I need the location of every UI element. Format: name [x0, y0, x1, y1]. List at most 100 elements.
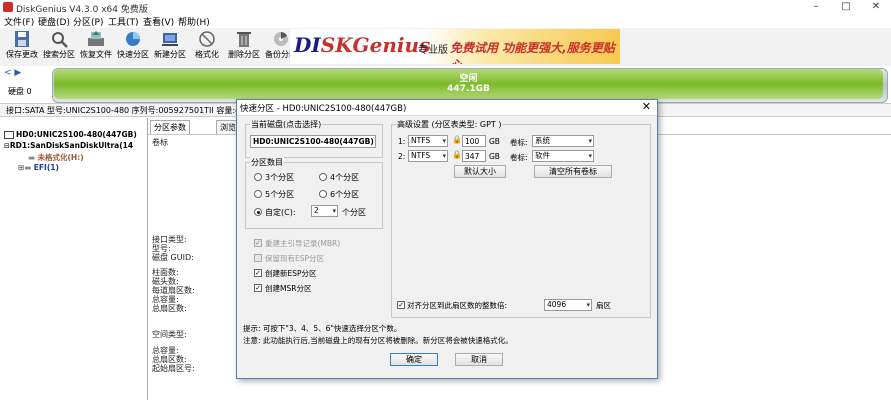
quick-partition-dialog: 快速分区 - HD0:UNIC2S100-480(447GB) ✕ 当前磁盘(点…: [236, 99, 658, 379]
format-button[interactable]: 格式化: [188, 30, 226, 64]
recover-icon: [88, 31, 104, 46]
delete-partition-button[interactable]: 删除分区: [225, 30, 263, 64]
diskgenius-logo: DISKGenius: [294, 33, 431, 57]
radio-3-label: 3个分区: [265, 173, 295, 182]
partition-size: 447.1GB: [447, 84, 490, 94]
new-partition-button[interactable]: 新建分区: [151, 30, 189, 64]
disk-guid-label: 磁盘 GUID:: [152, 253, 194, 262]
radio-6-partitions[interactable]: [319, 190, 327, 198]
menu-bar: 文件(F) 硬盘(D) 分区(P) 工具(T) 查看(V) 帮助(H): [0, 14, 891, 28]
radio-5-label: 5个分区: [265, 190, 295, 199]
partition-1-size-input[interactable]: 100: [462, 135, 486, 147]
ok-button[interactable]: 确定: [390, 353, 438, 366]
chevron-down-icon: ▾: [586, 301, 590, 309]
toolbar-label: 快速分区: [117, 50, 149, 59]
radio-4-partitions[interactable]: [319, 173, 327, 181]
new-partition-icon: [162, 33, 178, 46]
lock-icon[interactable]: 🔒: [452, 135, 462, 144]
save-changes-button[interactable]: 保存更改: [3, 30, 41, 64]
partition-count-label: 分区数目: [250, 157, 284, 168]
dialog-title-bar: 快速分区 - HD0:UNIC2S100-480(447GB) ✕: [237, 100, 657, 116]
free-space-partition[interactable]: 空闲 447.1GB: [54, 69, 883, 99]
partition-2-fs-select[interactable]: NTFS ▾: [408, 150, 448, 162]
menu-tools[interactable]: 工具(T): [108, 15, 139, 28]
align-value-select[interactable]: 4096 ▾: [544, 299, 592, 311]
menu-view[interactable]: 查看(V): [143, 15, 174, 28]
clear-labels-button[interactable]: 清空所有卷标: [534, 165, 612, 178]
format-icon: [199, 31, 215, 47]
align-label: 对齐分区到此扇区数的整数倍:: [407, 301, 508, 310]
current-disk-label: 当前磁盘(点击选择): [250, 119, 323, 130]
partition-icon: ▬: [24, 163, 32, 172]
volume-column-header: 卷标: [152, 138, 168, 147]
hint-text: 提示: 可按下"3、4、5、6"快速选择分区个数。: [243, 324, 402, 333]
custom-count-select[interactable]: 2 ▾: [311, 205, 338, 217]
radio-3-partitions[interactable]: [254, 173, 262, 181]
menu-help[interactable]: 帮助(H): [178, 15, 210, 28]
rebuild-mbr-checkbox[interactable]: ✓: [254, 239, 262, 247]
tab-partition-params[interactable]: 分区参数: [150, 120, 190, 134]
align-unit: 扇区: [596, 301, 611, 310]
dialog-close-button[interactable]: ✕: [642, 100, 651, 113]
warning-text: 注意: 此功能执行后,当前磁盘上的现有分区将被删除。新分区将会被快速格式化。: [243, 336, 513, 345]
maximize-button[interactable]: □: [832, 0, 860, 14]
chevron-down-icon: ▾: [588, 137, 592, 145]
default-size-button[interactable]: 默认大小: [454, 165, 506, 178]
quick-partition-button[interactable]: 快速分区: [114, 30, 152, 64]
quick-partition-icon: [126, 32, 140, 46]
keep-esp-checkbox[interactable]: [254, 254, 262, 262]
tree-item-unformatted[interactable]: ▬ 未格式化(H:): [28, 152, 84, 163]
chevron-down-icon: ▾: [442, 152, 446, 160]
partition-1-index: 1:: [398, 137, 406, 146]
align-checkbox[interactable]: ✓: [397, 301, 405, 309]
close-window-button[interactable]: ✕: [862, 0, 890, 14]
radio-6-label: 6个分区: [330, 190, 360, 199]
promo-banner[interactable]: DISKGenius 专业版 免费试用 功能更强大,服务更贴心: [290, 29, 620, 64]
search-partition-button[interactable]: 搜索分区: [40, 30, 78, 64]
toolbar-label: 搜索分区: [43, 50, 75, 59]
partition-name: 空闲: [459, 74, 478, 84]
delete-icon: [237, 32, 251, 47]
minimize-button[interactable]: –: [802, 0, 830, 14]
lock-icon[interactable]: 🔒: [452, 150, 462, 159]
radio-5-partitions[interactable]: [254, 190, 262, 198]
radio-custom[interactable]: [254, 208, 262, 216]
partition-1-volume-select[interactable]: 系统 ▾: [532, 135, 594, 147]
create-esp-checkbox[interactable]: ✓: [254, 269, 262, 277]
current-disk-selector[interactable]: HD0:UNIC2S100-480(447GB): [250, 135, 376, 148]
disk-icon: [4, 131, 14, 139]
search-icon: [52, 32, 68, 48]
disk-nav-arrows[interactable]: < ▶: [4, 68, 21, 78]
keep-esp-label: 保留现有ESP分区: [265, 254, 325, 263]
total-sectors-label: 总扇区数:: [152, 304, 187, 313]
rebuild-mbr-label: 重建主引导记录(MBR): [265, 239, 341, 248]
menu-file[interactable]: 文件(F): [4, 15, 34, 28]
partition-count-group: 分区数目 3个分区 4个分区 5个分区 6个分区 自定(C): 2 ▾ 个分区: [245, 157, 383, 229]
create-msr-checkbox[interactable]: ✓: [254, 284, 262, 292]
partition-2-size-input[interactable]: 347: [462, 150, 486, 162]
disk-label: 硬盘 0: [8, 87, 32, 96]
tree-item-efi[interactable]: ⊞▬ EFI(1): [18, 163, 59, 172]
dialog-title: 快速分区 - HD0:UNIC2S100-480(447GB): [240, 104, 407, 114]
partition-2-volume-select[interactable]: 软件 ▾: [532, 150, 594, 162]
banner-tagline: 专业版: [418, 45, 448, 56]
partition-1-fs-select[interactable]: NTFS ▾: [408, 135, 448, 147]
current-disk-group: 当前磁盘(点击选择) HD0:UNIC2S100-480(447GB): [245, 119, 383, 158]
toolbar-label: 保存更改: [6, 50, 38, 59]
tree-item-rd1[interactable]: ⊟RD1:SanDiskSanDiskUltra(14: [4, 141, 133, 150]
start-sector-label: 起始扇区号:: [152, 364, 195, 373]
custom-count-suffix: 个分区: [342, 208, 366, 217]
chevron-down-icon: ▾: [588, 152, 592, 160]
partition-2-index: 2:: [398, 152, 406, 161]
app-icon: [3, 2, 13, 12]
partition-2-volume-label: 卷标:: [510, 153, 528, 162]
backup-icon: [274, 32, 288, 46]
menu-disk[interactable]: 硬盘(D): [38, 15, 70, 28]
partition-1-volume-label: 卷标:: [510, 138, 528, 147]
save-icon: [15, 31, 29, 47]
tree-item-hd0[interactable]: HD0:UNIC2S100-480(447GB): [4, 130, 137, 139]
recover-files-button[interactable]: 恢复文件: [77, 30, 115, 64]
cancel-button[interactable]: 取消: [455, 353, 503, 366]
advanced-settings-group: 高级设置 (分区表类型: GPT ) 1: NTFS ▾ 🔒 100 GB 卷标:…: [391, 119, 651, 318]
menu-partition[interactable]: 分区(P): [73, 15, 103, 28]
